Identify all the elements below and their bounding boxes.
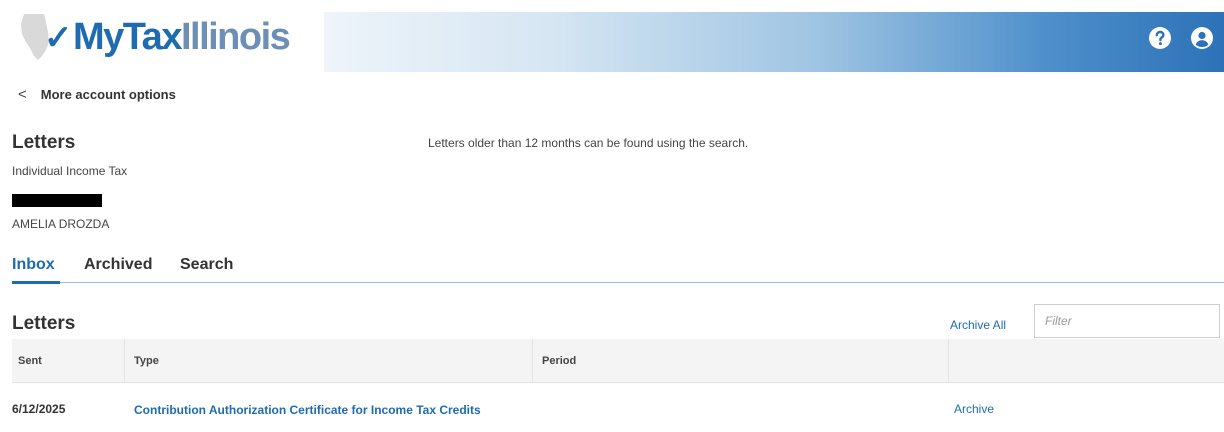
- tab-inbox[interactable]: Inbox: [12, 256, 55, 274]
- filter-input[interactable]: [1034, 304, 1220, 338]
- site-header: ✓MyTaxIllinois: [0, 0, 1224, 72]
- logo-mytax: MyTax: [73, 15, 182, 58]
- column-divider: [948, 339, 949, 383]
- letters-table-header: Sent Type Period: [12, 339, 1224, 383]
- column-divider: [124, 339, 125, 383]
- letter-type-link[interactable]: Contribution Authorization Certificate f…: [134, 402, 514, 418]
- help-icon[interactable]: [1148, 26, 1172, 50]
- more-account-options-link[interactable]: < More account options: [18, 86, 176, 103]
- tabs-divider: [12, 282, 1224, 283]
- letter-tabs: Inbox Archived Search: [0, 256, 1224, 286]
- archive-all-link[interactable]: Archive All: [950, 318, 1006, 332]
- table-row: 6/12/2025 Contribution Authorization Cer…: [12, 384, 1224, 432]
- logo-illinois: Illinois: [180, 15, 291, 58]
- column-header-period[interactable]: Period: [542, 355, 576, 367]
- column-header-sent[interactable]: Sent: [18, 355, 42, 367]
- header-banner: [324, 12, 1224, 72]
- column-header-type[interactable]: Type: [134, 355, 159, 367]
- logo-check: ✓: [44, 18, 73, 57]
- mytax-illinois-logo[interactable]: ✓MyTaxIllinois: [14, 12, 291, 62]
- search-notice: Letters older than 12 months can be foun…: [428, 136, 749, 150]
- page-title: Letters: [12, 132, 76, 153]
- redacted-account-id: [12, 194, 102, 207]
- tab-archived[interactable]: Archived: [84, 256, 152, 274]
- back-link-label: More account options: [40, 87, 176, 102]
- user-account-icon[interactable]: [1190, 26, 1214, 50]
- archive-link[interactable]: Archive: [954, 402, 994, 416]
- letters-section-title: Letters: [12, 313, 76, 334]
- chevron-left-icon: <: [18, 86, 27, 103]
- column-divider: [532, 339, 533, 383]
- account-type: Individual Income Tax: [12, 164, 128, 178]
- taxpayer-name: AMELIA DROZDA: [12, 217, 110, 231]
- letter-sent-date: 6/12/2025: [12, 402, 66, 416]
- active-tab-indicator: [12, 281, 60, 284]
- tab-search[interactable]: Search: [180, 256, 233, 274]
